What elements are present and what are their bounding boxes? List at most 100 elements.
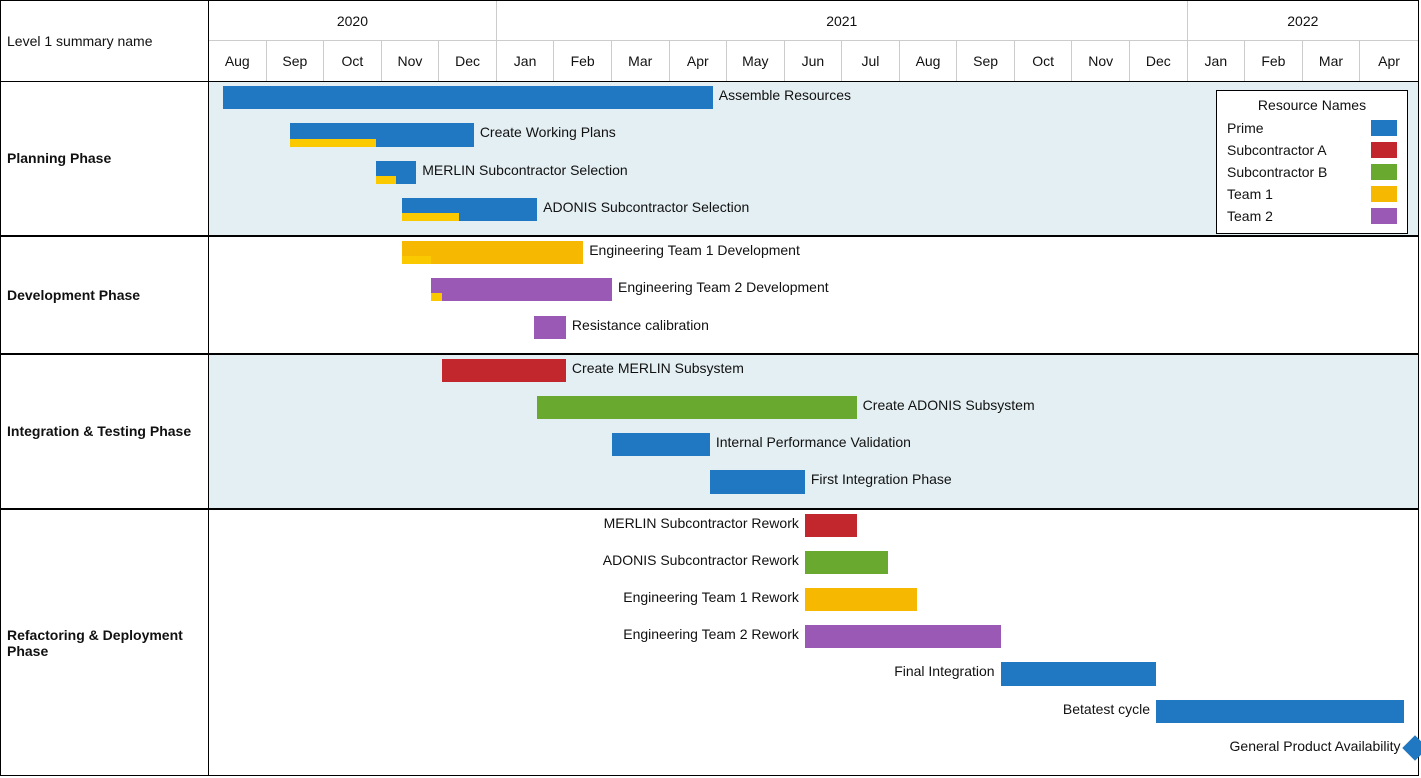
legend-swatch: [1371, 164, 1397, 180]
month-cell: Oct: [324, 41, 382, 81]
task-label: Engineering Team 1 Rework: [623, 589, 799, 605]
task-bar: Resistance calibration: [534, 316, 566, 349]
phase-label: Integration & Testing Phase: [1, 355, 208, 510]
progress-overlay: [402, 256, 431, 264]
bar: [805, 551, 888, 574]
month-cell: Feb: [1245, 41, 1303, 81]
legend-label: Team 1: [1227, 186, 1273, 202]
legend-row: Subcontractor B: [1227, 161, 1397, 183]
month-cell: Jun: [785, 41, 843, 81]
task-bar: Engineering Team 1 Rework: [805, 588, 917, 621]
phase-lane: MERLIN Subcontractor Rework ADONIS Subcon…: [209, 510, 1418, 776]
task-label: Resistance calibration: [572, 317, 709, 333]
legend-swatch: [1371, 186, 1397, 202]
phase-label: Development Phase: [1, 237, 208, 355]
legend-row: Subcontractor A: [1227, 139, 1397, 161]
bar: [612, 433, 710, 456]
chart-body: Planning PhaseDevelopment PhaseIntegrati…: [1, 82, 1418, 776]
month-cell: Jul: [842, 41, 900, 81]
legend-swatch: [1371, 142, 1397, 158]
gantt-chart: Level 1 summary name 202020212022 AugSep…: [0, 0, 1419, 776]
task-bar: Engineering Team 2 Rework: [805, 625, 1001, 658]
task-label: MERLIN Subcontractor Selection: [422, 162, 627, 178]
legend: Resource Names Prime Subcontractor A Subco…: [1216, 90, 1408, 234]
year-cell: 2020: [209, 1, 497, 40]
task-label: Betatest cycle: [1063, 701, 1150, 717]
month-cell: Dec: [1130, 41, 1188, 81]
timeline-header: Level 1 summary name 202020212022 AugSep…: [1, 1, 1418, 82]
task-label: Assemble Resources: [719, 87, 851, 103]
task-bar: Create ADONIS Subsystem: [537, 396, 857, 429]
bar: [805, 625, 1001, 648]
task-label: Engineering Team 1 Development: [589, 242, 800, 258]
plot-area: Resource Names Prime Subcontractor A Subco…: [209, 82, 1418, 776]
task-label: General Product Availability: [1230, 738, 1401, 754]
month-cell: Mar: [612, 41, 670, 81]
phase-label: Refactoring & Deployment Phase: [1, 510, 208, 776]
task-bar: Create MERLIN Subsystem: [442, 359, 566, 392]
bar: [805, 588, 917, 611]
progress-overlay: [431, 293, 443, 301]
month-cell: Apr: [1360, 41, 1418, 81]
phase-label: Planning Phase: [1, 82, 208, 237]
summary-column-header: Level 1 summary name: [1, 1, 209, 81]
bar: [442, 359, 566, 382]
task-bar: First Integration Phase: [710, 470, 805, 503]
month-cell: Jan: [497, 41, 555, 81]
task-bar: Engineering Team 2 Development: [431, 278, 612, 311]
legend-row: Team 2: [1227, 205, 1397, 227]
task-bar: Final Integration: [1001, 662, 1156, 695]
year-row: 202020212022: [209, 1, 1418, 41]
task-bar: MERLIN Subcontractor Rework: [805, 514, 857, 547]
task-bar: Betatest cycle: [1156, 700, 1404, 733]
task-bar: Engineering Team 1 Development: [402, 241, 583, 274]
task-bar: ADONIS Subcontractor Selection: [402, 198, 537, 231]
legend-row: Prime: [1227, 117, 1397, 139]
bar: [534, 316, 566, 339]
legend-swatch: [1371, 120, 1397, 136]
legend-label: Subcontractor B: [1227, 164, 1327, 180]
year-cell: 2021: [497, 1, 1188, 40]
month-cell: Nov: [1072, 41, 1130, 81]
task-bar: MERLIN Subcontractor Selection: [376, 161, 416, 194]
month-cell: Mar: [1303, 41, 1361, 81]
task-label: Create Working Plans: [480, 124, 616, 140]
task-bar: Create Working Plans: [290, 123, 474, 156]
diamond-icon: [1403, 735, 1421, 760]
month-cell: Aug: [209, 41, 267, 81]
month-cell: Aug: [900, 41, 958, 81]
bar: [1156, 700, 1404, 723]
legend-swatch: [1371, 208, 1397, 224]
legend-title: Resource Names: [1227, 97, 1397, 113]
month-cell: Apr: [670, 41, 728, 81]
bar: [805, 514, 857, 537]
legend-label: Prime: [1227, 120, 1264, 136]
legend-row: Team 1: [1227, 183, 1397, 205]
task-label: ADONIS Subcontractor Rework: [603, 552, 799, 568]
task-label: ADONIS Subcontractor Selection: [543, 199, 749, 215]
bar: [710, 470, 805, 493]
month-cell: Nov: [382, 41, 440, 81]
bar: [431, 278, 612, 301]
bar: [1001, 662, 1156, 685]
legend-label: Team 2: [1227, 208, 1273, 224]
task-bar: Assemble Resources: [223, 86, 712, 119]
task-label: Create MERLIN Subsystem: [572, 360, 744, 376]
phase-label-column: Planning PhaseDevelopment PhaseIntegrati…: [1, 82, 209, 776]
summary-column-label: Level 1 summary name: [7, 33, 153, 49]
task-bar: Internal Performance Validation: [612, 433, 710, 466]
month-cell: Sep: [957, 41, 1015, 81]
task-label: Create ADONIS Subsystem: [863, 397, 1035, 413]
year-cell: 2022: [1188, 1, 1418, 40]
task-label: MERLIN Subcontractor Rework: [604, 515, 799, 531]
phase-lane: Create MERLIN Subsystem Create ADONIS Sub…: [209, 355, 1418, 510]
bar: [537, 396, 857, 419]
progress-overlay: [290, 139, 376, 147]
month-row: AugSepOctNovDecJanFebMarAprMayJunJulAugS…: [209, 41, 1418, 81]
task-label: Final Integration: [894, 663, 994, 679]
task-label: Internal Performance Validation: [716, 434, 911, 450]
task-bar: ADONIS Subcontractor Rework: [805, 551, 888, 584]
bar: [223, 86, 712, 109]
month-cell: Jan: [1188, 41, 1246, 81]
legend-label: Subcontractor A: [1227, 142, 1327, 158]
